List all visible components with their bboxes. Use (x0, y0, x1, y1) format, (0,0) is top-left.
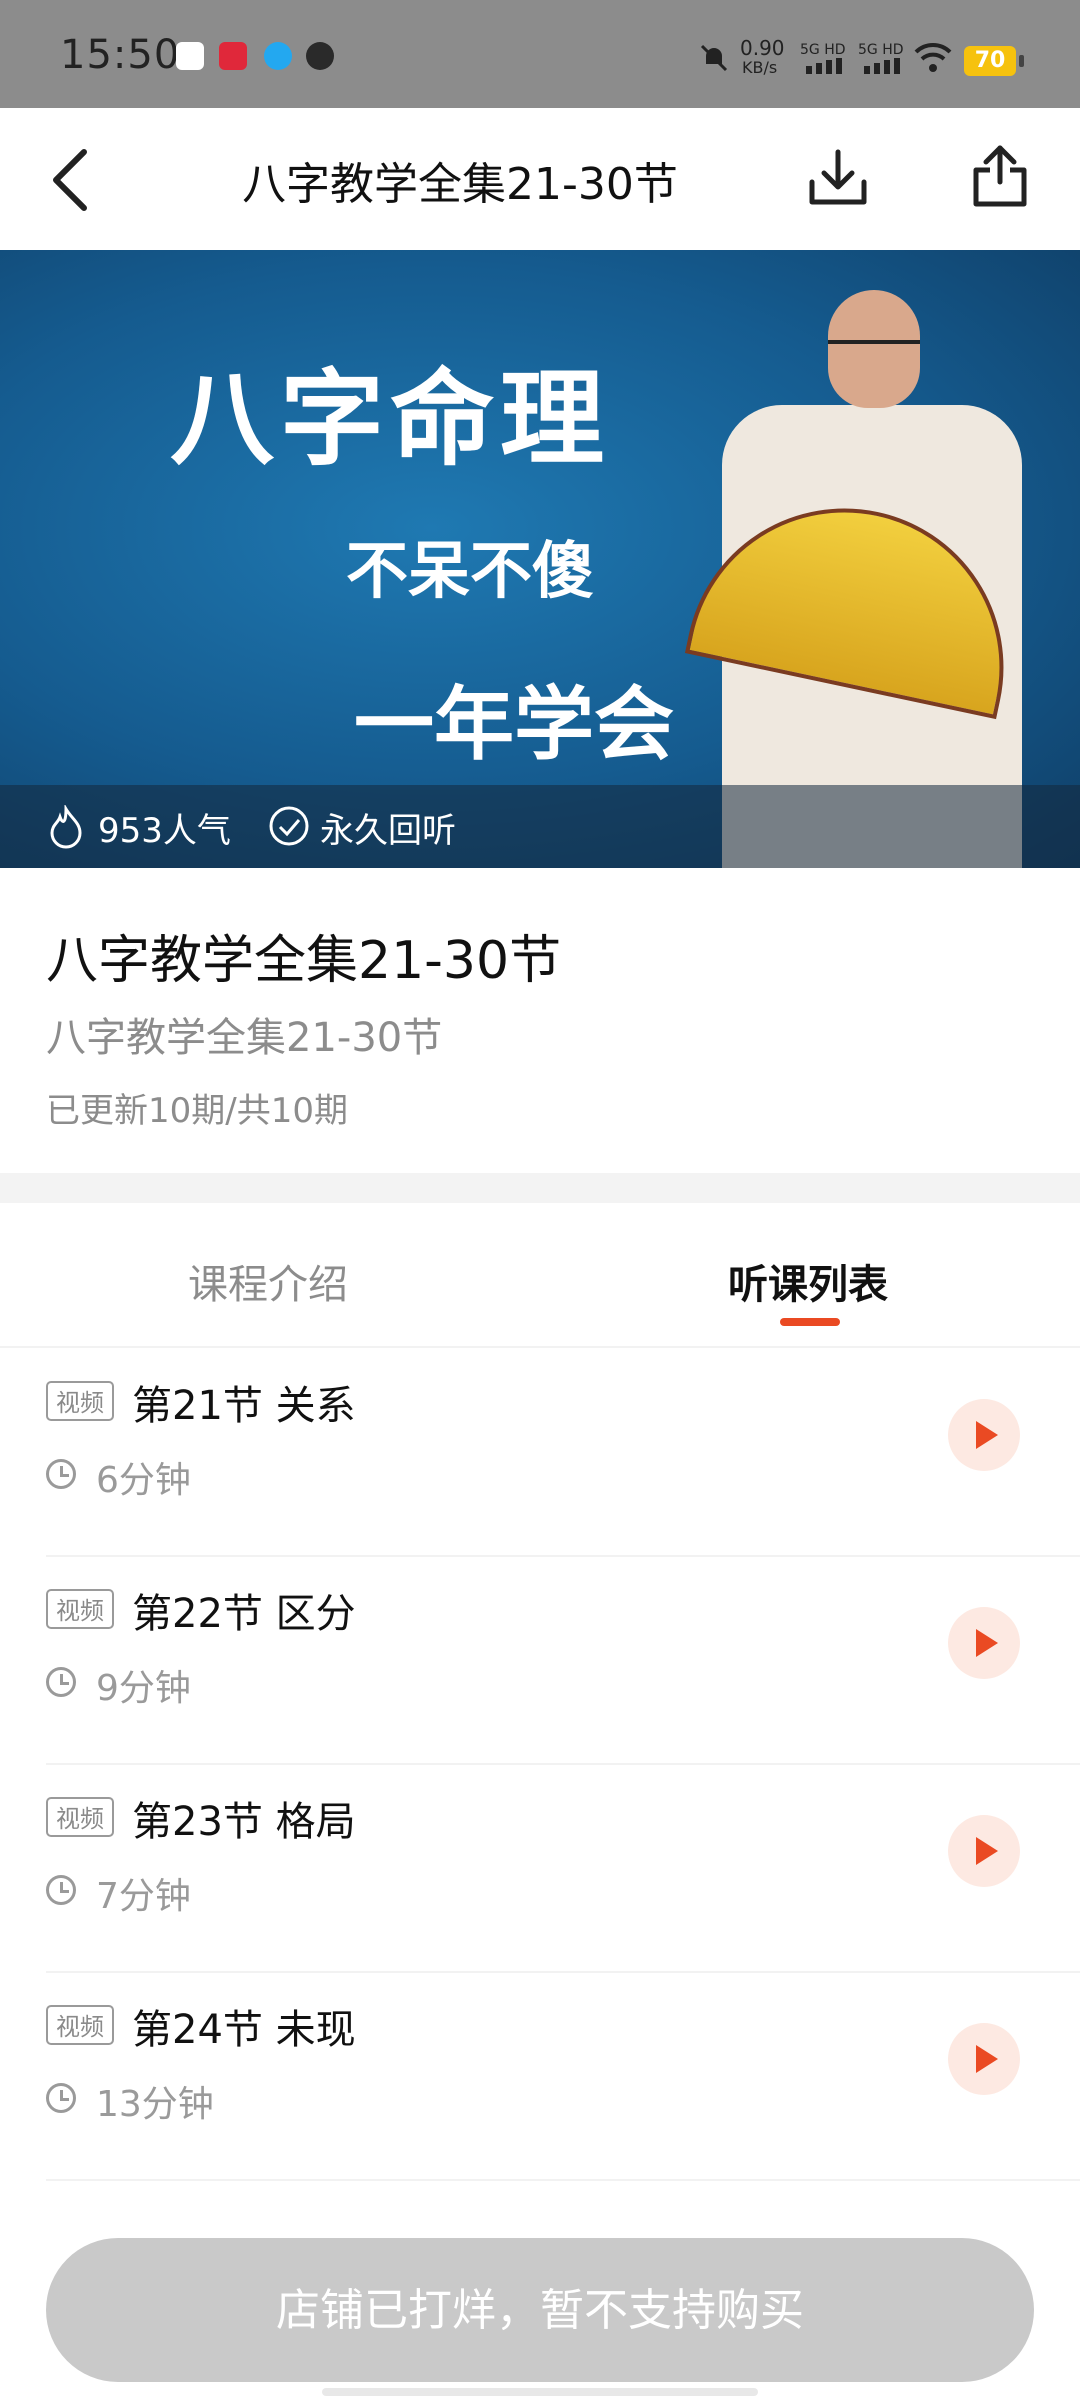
lesson-duration: 7分钟 (96, 1876, 191, 1917)
cover-line-2: 不呆不傻 (346, 534, 595, 607)
course-title: 八字教学全集21-30节 (46, 931, 562, 991)
tabs-divider (0, 1346, 1080, 1348)
nav-bar: 八字教学全集21-30节 (0, 108, 1080, 248)
signal-2-icon (864, 58, 900, 74)
play-button[interactable] (948, 2023, 1020, 2095)
weike-app-icon (219, 42, 247, 70)
check-circle-icon (269, 806, 309, 846)
clock-icon (46, 1875, 76, 1905)
lesson-row[interactable]: 视频 第23节 格局 7分钟 (0, 1765, 1080, 1973)
video-tag: 视频 (46, 1589, 114, 1629)
net-unit: KB/s (742, 58, 778, 77)
course-cover-image[interactable]: 八字命理 不呆不傻 一年学会 (0, 250, 1080, 868)
clock-icon (46, 1667, 76, 1697)
status-bar: 15:50 0.90 KB/s 5G HD 5G HD 70 (0, 0, 1080, 108)
cover-headline: 八字命理 (170, 357, 611, 480)
cloud-app-icon (176, 42, 204, 70)
wechat-icon (306, 42, 334, 70)
popularity-count: 953人气 (98, 811, 231, 851)
tab-course-intro[interactable]: 课程介绍 (188, 1252, 348, 1310)
flame-icon (50, 805, 82, 849)
lesson-row[interactable]: 视频 第24节 未现 13分钟 (0, 1973, 1080, 2181)
active-tab-indicator (780, 1318, 840, 1326)
section-divider (0, 1173, 1080, 1203)
lesson-title: 第24节 未现 (132, 2007, 356, 2053)
status-time: 15:50 (60, 32, 181, 78)
lesson-duration: 13分钟 (96, 2084, 214, 2125)
lesson-row[interactable]: 视频 第22节 区分 9分钟 (0, 1557, 1080, 1765)
lesson-duration: 6分钟 (96, 1460, 191, 1501)
battery-indicator: 70 (964, 46, 1024, 76)
wifi-icon (914, 42, 952, 72)
bell-muted-icon (700, 44, 728, 72)
net-speed: 0.90 (740, 36, 785, 60)
play-button[interactable] (948, 1607, 1020, 1679)
clock-icon (46, 2083, 76, 2113)
video-tag: 视频 (46, 2005, 114, 2045)
lesson-row[interactable]: 视频 第21节 关系 6分钟 (0, 1349, 1080, 1557)
update-status: 已更新10期/共10期 (46, 1091, 348, 1131)
lesson-duration: 9分钟 (96, 1668, 191, 1709)
signal-2-label: 5G HD (858, 42, 904, 58)
share-icon[interactable] (970, 142, 1030, 210)
tab-lesson-list[interactable]: 听课列表 (728, 1252, 888, 1310)
presenter-glasses (828, 340, 920, 364)
video-tag: 视频 (46, 1797, 114, 1837)
lesson-title: 第22节 区分 (132, 1591, 356, 1637)
back-arrow-icon[interactable] (46, 148, 96, 212)
replay-label: 永久回听 (320, 811, 456, 851)
nav-title: 八字教学全集21-30节 (242, 159, 678, 210)
signal-1-icon (806, 58, 842, 74)
buy-button-disabled[interactable]: 店铺已打烊，暂不支持购买 (46, 2238, 1034, 2382)
play-button[interactable] (948, 1399, 1020, 1471)
app-screen: 15:50 0.90 KB/s 5G HD 5G HD 70 八字教学全集21-… (0, 0, 1080, 2400)
cover-line-3: 一年学会 (354, 677, 674, 771)
course-subtitle: 八字教学全集21-30节 (46, 1015, 443, 1061)
video-tag: 视频 (46, 1381, 114, 1421)
lesson-title: 第23节 格局 (132, 1799, 356, 1845)
play-button[interactable] (948, 1815, 1020, 1887)
row-divider (46, 2179, 1080, 2181)
cover-stats-bar: 953人气 永久回听 (0, 785, 1080, 868)
clock-icon (46, 1459, 76, 1489)
drop-app-icon (264, 42, 292, 70)
home-indicator[interactable] (322, 2388, 758, 2396)
lesson-title: 第21节 关系 (132, 1383, 356, 1429)
download-icon[interactable] (806, 146, 870, 210)
signal-1-label: 5G HD (800, 42, 846, 58)
